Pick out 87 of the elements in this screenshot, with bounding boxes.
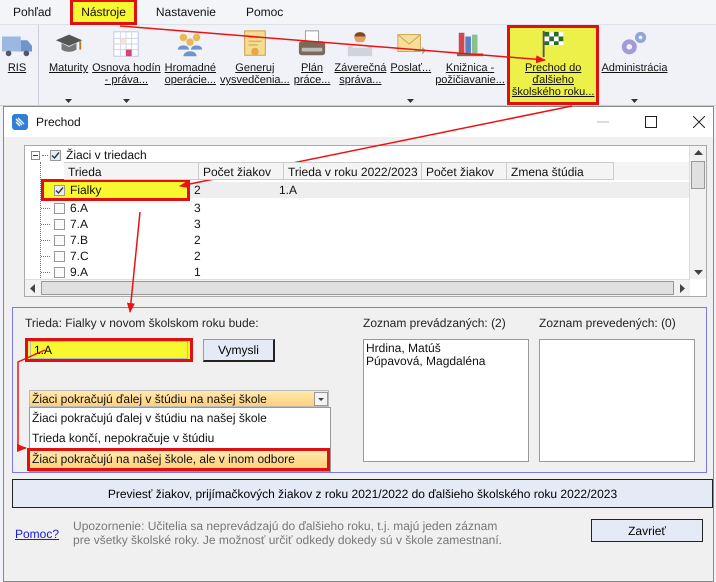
menu-item[interactable]: Pohľad [2,0,62,25]
ribbon-button[interactable]: Maturity [47,25,90,105]
ribbon-button[interactable]: Záverečná správa... [332,25,388,105]
transfer-button[interactable]: Previesť žiakov, prijímačkových žiakov z roku 2021/2022 do ďalšieho školského roku 2022/2023 [12,479,713,508]
close-icon[interactable] [693,116,705,128]
field-label: Trieda: Fialky v novom školskom roku bude: [25,316,260,330]
table-cell: 7.B [70,233,88,247]
list-item[interactable]: Hrdina, Matúš [366,342,526,355]
tree-node-label: Žiaci v triedach [66,148,147,162]
help-link[interactable]: Pomoc? [15,527,60,541]
ribbon-label: Prechod do ďalšieho školského roku... [512,62,594,98]
ribbon-button[interactable]: Knižnica - požičiavanie... [433,25,507,105]
scroll-up-icon[interactable] [694,150,702,155]
selected-row[interactable]: Fialky 2 1.A [41,182,689,198]
ribbon-label: Plán práce... [294,62,330,86]
grid-row[interactable]: 7.A 3 [41,216,689,232]
column-header[interactable]: Počet žiakov [199,162,284,180]
ribbon-label: RIS [8,62,26,74]
generate-button[interactable]: Vymysli [203,338,275,362]
ribbon-button[interactable]: Administrácia [599,25,670,105]
grid-row[interactable]: 7.C 2 [41,248,689,264]
checkbox[interactable] [54,234,65,246]
table-cell: 1.A [279,183,298,197]
checkbox[interactable] [54,250,65,262]
ribbon-button[interactable]: Plán práce... [292,25,332,105]
scroll-thumb[interactable] [41,281,674,295]
table-cell: 1 [194,265,201,279]
scroll-right-icon[interactable] [680,284,685,292]
scroll-down-icon[interactable] [694,270,702,275]
app-icon [12,114,28,130]
table-cell: 3 [194,201,201,215]
ribbon-label: Generuj vysvedčenia... [220,62,290,86]
dropdown-option[interactable]: Trieda končí, nepokračuje v štúdiu [27,428,330,448]
ribbon-button[interactable]: Hromadné operácie... [162,25,218,105]
ribbon-label: Knižnica - požičiavanie... [435,62,505,86]
checkbox[interactable] [54,266,65,278]
note-text: Upozornenie: Učitelia sa neprevádzajú do ďalšieho roku, t.j. majú jeden záznam [73,519,498,533]
ribbon-label: Osnova hodín - práva... [92,62,161,86]
ribbon-label: Maturity [49,62,88,74]
list-label: Zoznam prevedených: (0) [539,316,677,330]
ribbon-label: Záverečná správa... [334,62,386,86]
list-label: Zoznam prevádzaných: (2) [363,316,507,330]
ribbon-label: Poslať... [390,62,432,74]
table-cell: 2 [194,183,201,197]
column-header[interactable]: Trieda [64,162,199,180]
window-title: Prechod [36,115,81,129]
ribbon-button[interactable]: Generuj vysvedčenia... [218,25,292,105]
checkbox[interactable] [54,218,65,230]
table-cell: 6.A [70,201,88,215]
checkbox[interactable] [50,150,61,160]
checkbox[interactable] [54,202,65,214]
grid-row[interactable]: 9.A 1 [41,264,689,279]
vertical-scrollbar[interactable] [689,146,706,279]
dropdown-option[interactable]: Žiaci pokračujú na našej škole, ale v inom odbore [27,448,330,471]
grid-row[interactable]: 7.B 2 [41,232,689,248]
ribbon-label: Hromadné operácie... [164,62,216,86]
table-cell: 3 [194,217,201,231]
table-cell: 9.A [70,265,88,279]
column-header[interactable]: Počet žiakov [422,162,507,180]
table-cell: 7.C [70,249,89,263]
column-header[interactable]: Zmena štúdia [507,162,614,180]
scroll-left-icon[interactable] [30,284,35,292]
scroll-thumb[interactable] [691,161,705,189]
list-item[interactable]: Púpavová, Magdaléna [366,355,526,368]
column-header[interactable]: Trieda v roku 2022/2023 [284,162,422,180]
table-cell: 2 [194,249,201,263]
note-text: pre všetky školské roky. Je možnosť určiť odkedy dokedy sú v škole zamestnaní. [73,533,502,547]
maximize-icon[interactable] [645,116,657,128]
menu-item[interactable]: Pomoc [234,0,294,25]
menu-item[interactable]: Nástroje [70,0,137,25]
checkbox[interactable] [54,184,65,196]
ribbon-button[interactable]: RIS [0,25,39,105]
table-cell: Fialky [70,183,102,197]
table-cell: 7.A [70,217,88,231]
ribbon-button[interactable]: Osnova hodín - práva... [90,25,163,105]
grid-row[interactable]: 6.A 3 [41,200,689,216]
collapse-icon[interactable] [31,150,40,160]
study-dropdown[interactable]: Žiaci pokračujú ďalej v štúdiu na našej škole [29,390,329,407]
dropdown-option[interactable]: Žiaci pokračujú ďalej v štúdiu na našej škole [27,408,330,428]
ribbon-button[interactable]: Poslať... [388,25,434,105]
calendar-icon [111,29,142,59]
menu-item[interactable]: Nastavenie [144,0,227,25]
ribbon-label: Administrácia [601,62,668,74]
table-cell: 2 [194,233,201,247]
horizontal-scrollbar[interactable] [25,279,690,296]
close-button[interactable]: Zavrieť [591,519,703,542]
ribbon-button[interactable]: Prechod do ďalšieho školského roku... [506,25,600,105]
